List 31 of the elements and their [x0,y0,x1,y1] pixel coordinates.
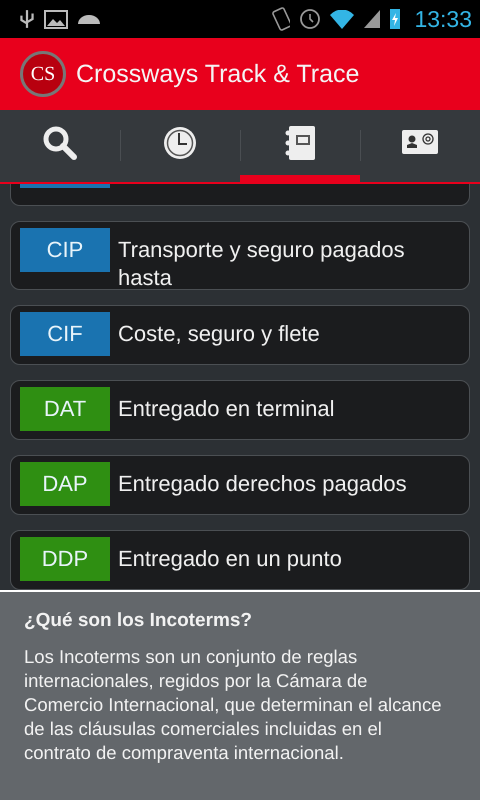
incoterm-item[interactable]: CIF Coste, seguro y flete [10,305,470,365]
clock-time: 13:33 [414,6,472,32]
alarm-icon [300,9,320,29]
app-logo: CS [20,51,66,97]
vibrate-icon [272,7,290,31]
info-title: ¿Qué son los Incoterms? [24,610,254,632]
app-title: Crossways Track & Trace [76,60,360,88]
wifi-icon [330,10,354,28]
incoterm-label: Entregado en un punto [118,545,342,573]
code-tag: DAP [20,462,110,506]
incoterm-label: Coste, seguro y flete [118,320,320,348]
battery-icon [390,9,400,29]
usb-icon [20,9,34,29]
clock-icon [162,124,198,160]
incoterm-item[interactable]: DDP Entregado en un punto [10,530,470,590]
code-tag: CIF [20,312,110,356]
info-text: Los Incoterms son un conjunto de reglas internacionales, regidos por la Cámara de Comercio Internacional, que determinan el alcance de las cláusulas comerciales incluidas en el contrato de compraventa internacional. [24,645,443,765]
signal-icon [364,10,380,28]
incoterm-label: Entregado en terminal [118,395,334,423]
incoterm-item[interactable]: DAT Entregado en terminal [10,380,470,440]
incoterm-label: Entregado derechos pagados [118,470,407,498]
search-icon [41,124,79,162]
code-tag: CIP [20,228,110,272]
incoterm-item[interactable]: CIP Transporte y seguro pagados hasta [10,221,470,290]
code-tag: DDP [20,537,110,581]
incoterm-label: Transporte y seguro pagados hasta [118,236,406,292]
list-card[interactable] [10,184,470,206]
code-tag: DAT [20,387,110,431]
notebook-icon [283,124,317,162]
image-icon [44,10,68,28]
incoterm-item[interactable]: DAP Entregado derechos pagados [10,455,470,515]
